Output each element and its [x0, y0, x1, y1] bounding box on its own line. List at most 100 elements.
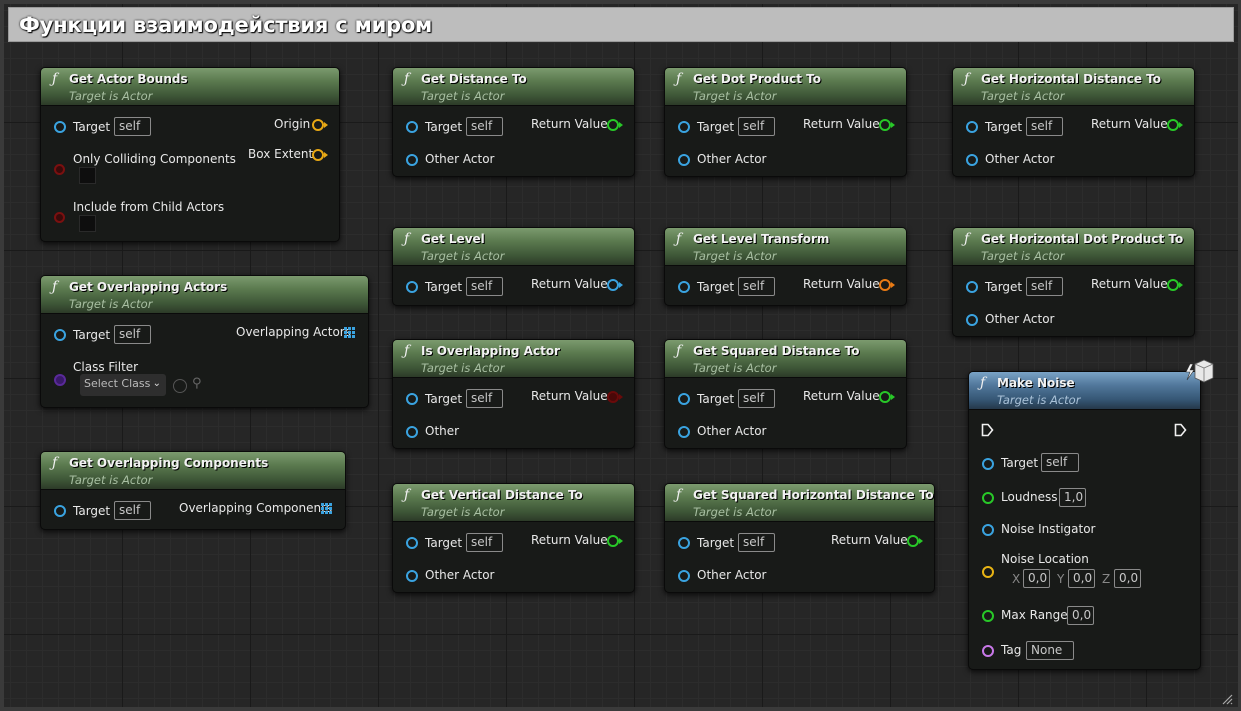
other-actor-pin[interactable]	[678, 426, 690, 438]
target-self-field[interactable]: self	[114, 117, 151, 136]
target-pin[interactable]	[406, 537, 418, 549]
target-pin[interactable]	[678, 281, 690, 293]
node-subtitle: Target is Actor	[693, 89, 777, 103]
return-value-pin[interactable]	[907, 535, 919, 547]
comment-resize-handle[interactable]	[1221, 693, 1233, 705]
target-pin[interactable]	[982, 458, 994, 470]
node-get-level-transform[interactable]: ƒ Get Level Transform Target is Actor Ta…	[664, 227, 907, 306]
other-actor-pin[interactable]	[678, 570, 690, 582]
return-pin-arrow	[619, 538, 623, 544]
array-pin-icon[interactable]	[321, 503, 332, 514]
return-pin-arrow	[619, 394, 623, 400]
target-self-field[interactable]: self	[738, 533, 775, 552]
return-value-pin[interactable]	[607, 535, 619, 547]
return-value-pin[interactable]	[607, 119, 619, 131]
node-header: ƒ Get Horizontal Distance To Target is A…	[953, 68, 1194, 106]
node-get-squared-horizontal-distance-to[interactable]: ƒ Get Squared Horizontal Distance To Tar…	[664, 483, 935, 593]
return-value-pin[interactable]	[879, 391, 891, 403]
box-extent-pin[interactable]	[312, 149, 324, 161]
target-pin[interactable]	[966, 281, 978, 293]
include-child-pin[interactable]	[54, 212, 65, 223]
target-self-field[interactable]: self	[738, 389, 775, 408]
target-pin[interactable]	[678, 393, 690, 405]
select-class-dropdown[interactable]: Select Class ⌄	[80, 374, 166, 396]
target-self-field[interactable]: self	[1026, 117, 1063, 136]
max-range-pin[interactable]	[982, 610, 994, 622]
target-self-field[interactable]: self	[466, 277, 503, 296]
node-get-horizontal-dot-product-to[interactable]: ƒ Get Horizontal Dot Product To Target i…	[952, 227, 1195, 337]
node-get-vertical-distance-to[interactable]: ƒ Get Vertical Distance To Target is Act…	[392, 483, 635, 593]
target-self-field[interactable]: self	[738, 117, 775, 136]
other-actor-pin[interactable]	[966, 314, 978, 326]
max-range-label: Max Range	[1001, 608, 1068, 622]
noise-location-pin[interactable]	[982, 566, 994, 578]
other-actor-pin[interactable]	[406, 570, 418, 582]
node-is-overlapping-actor[interactable]: ƒ Is Overlapping Actor Target is Actor T…	[392, 339, 635, 449]
return-value-label: Return Value	[831, 533, 908, 547]
box-extent-label: Box Extent	[248, 147, 314, 161]
location-z-field[interactable]: 0,0	[1114, 569, 1141, 588]
target-pin[interactable]	[406, 393, 418, 405]
return-value-pin[interactable]	[607, 391, 619, 403]
tag-pin[interactable]	[982, 645, 994, 657]
target-self-field[interactable]: self	[466, 389, 503, 408]
max-range-field[interactable]: 0,0	[1067, 606, 1094, 625]
z-label: Z	[1102, 572, 1111, 586]
exec-in-pin[interactable]	[981, 423, 994, 437]
return-value-pin[interactable]	[607, 279, 619, 291]
target-pin[interactable]	[54, 505, 66, 517]
node-get-actor-bounds[interactable]: ƒ Get Actor Bounds Target is Actor Targe…	[40, 67, 340, 242]
node-get-horizontal-distance-to[interactable]: ƒ Get Horizontal Distance To Target is A…	[952, 67, 1195, 177]
target-pin[interactable]	[406, 281, 418, 293]
target-self-field[interactable]: self	[738, 277, 775, 296]
only-colliding-checkbox[interactable]	[79, 167, 96, 184]
location-y-field[interactable]: 0,0	[1068, 569, 1095, 588]
function-icon: ƒ	[404, 343, 410, 359]
tag-field[interactable]: None	[1026, 641, 1074, 660]
comment-title-bar[interactable]: Функции взаимодействия с миром	[8, 7, 1234, 42]
browse-search-icon[interactable]: ⚲	[192, 376, 202, 391]
node-get-squared-distance-to[interactable]: ƒ Get Squared Distance To Target is Acto…	[664, 339, 907, 449]
target-pin[interactable]	[406, 121, 418, 133]
node-get-distance-to[interactable]: ƒ Get Distance To Target is Actor Target…	[392, 67, 635, 177]
node-get-level[interactable]: ƒ Get Level Target is Actor Target self …	[392, 227, 635, 306]
other-actor-pin[interactable]	[406, 154, 418, 166]
class-filter-pin[interactable]	[54, 374, 66, 386]
other-pin[interactable]	[406, 426, 418, 438]
node-get-overlapping-components[interactable]: ƒ Get Overlapping Components Target is A…	[40, 451, 346, 530]
return-value-pin[interactable]	[879, 279, 891, 291]
origin-pin[interactable]	[312, 119, 324, 131]
target-self-field[interactable]: self	[466, 533, 503, 552]
target-self-field[interactable]: self	[1026, 277, 1063, 296]
return-value-pin[interactable]	[879, 119, 891, 131]
return-value-label: Return Value	[1091, 277, 1168, 291]
node-get-dot-product-to[interactable]: ƒ Get Dot Product To Target is Actor Tar…	[664, 67, 907, 177]
target-self-field[interactable]: self	[1041, 453, 1079, 472]
loudness-field[interactable]: 1,0	[1059, 488, 1086, 507]
return-value-pin[interactable]	[1167, 119, 1179, 131]
target-self-field[interactable]: self	[114, 325, 151, 344]
other-actor-pin[interactable]	[966, 154, 978, 166]
target-pin[interactable]	[966, 121, 978, 133]
other-label: Other	[425, 424, 460, 438]
target-pin[interactable]	[54, 329, 66, 341]
only-colliding-pin[interactable]	[54, 164, 65, 175]
exec-out-pin[interactable]	[1174, 423, 1187, 437]
resize-grip-icon	[1222, 694, 1233, 705]
noise-instigator-pin[interactable]	[982, 524, 994, 536]
node-make-noise[interactable]: ƒ Make Noise Target is Actor Target self…	[968, 371, 1201, 670]
target-pin[interactable]	[678, 121, 690, 133]
other-actor-pin[interactable]	[678, 154, 690, 166]
location-x-field[interactable]: 0,0	[1023, 569, 1050, 588]
select-class-value: Select Class	[84, 377, 151, 390]
include-child-checkbox[interactable]	[79, 215, 96, 232]
return-value-pin[interactable]	[1167, 279, 1179, 291]
target-pin[interactable]	[54, 121, 66, 133]
target-self-field[interactable]: self	[466, 117, 503, 136]
use-selected-icon[interactable]	[173, 379, 187, 393]
target-self-field[interactable]: self	[114, 501, 151, 520]
loudness-pin[interactable]	[982, 492, 994, 504]
target-pin[interactable]	[678, 537, 690, 549]
node-get-overlapping-actors[interactable]: ƒ Get Overlapping Actors Target is Actor…	[40, 275, 369, 408]
array-pin-icon[interactable]	[344, 327, 355, 338]
